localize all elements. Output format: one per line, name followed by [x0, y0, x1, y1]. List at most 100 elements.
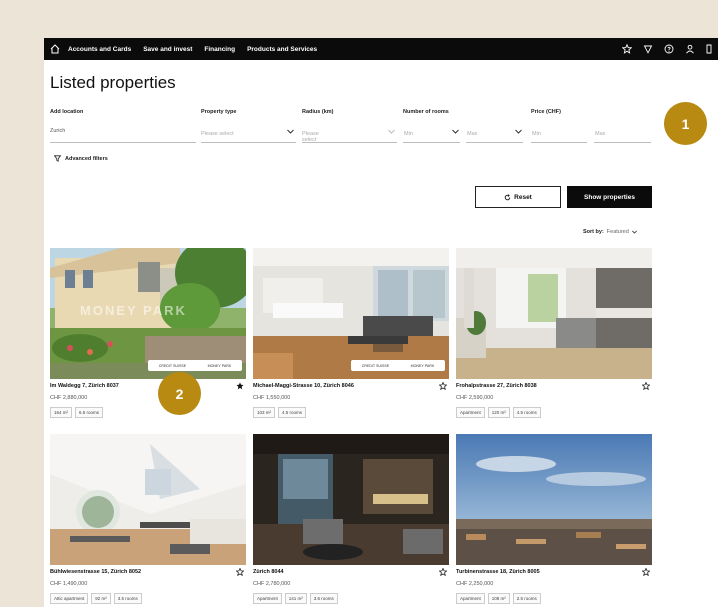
property-price: CHF 2,250,000 — [456, 581, 494, 587]
property-tag: Apartment — [456, 593, 485, 604]
money-park-watermark: MONEY PARK — [80, 303, 187, 318]
property-photo[interactable]: MONEY PARK CREDIT SUISSE MONEY PARK — [50, 248, 246, 379]
nav-products-services[interactable]: Products and Services — [247, 46, 317, 53]
logout-icon[interactable] — [706, 44, 716, 54]
chevron-down-icon — [388, 129, 395, 134]
favorite-star-icon[interactable] — [439, 568, 447, 576]
money-park-logo: MONEY PARK — [410, 363, 435, 368]
help-icon[interactable] — [664, 44, 674, 54]
rooms-filter[interactable]: Number of rooms Min Max — [403, 109, 523, 143]
property-tag: 141 m² — [284, 593, 307, 604]
browser-frame: Accounts and Cards Save and invest Finan… — [44, 38, 718, 607]
home-icon[interactable] — [50, 44, 60, 54]
nav-financing[interactable]: Financing — [204, 46, 235, 53]
nav-save-invest[interactable]: Save and invest — [143, 46, 192, 53]
partner-logo-strip: CREDIT SUISSE MONEY PARK — [148, 360, 242, 371]
favorite-star-icon[interactable] — [439, 382, 447, 390]
star-icon[interactable] — [622, 44, 632, 54]
price-filter[interactable]: Price (CHF) Min Max — [531, 109, 651, 143]
location-input[interactable]: Zurich — [50, 128, 65, 134]
property-tags: Apartment 141 m² 3.5 rooms — [253, 593, 338, 604]
property-type-filter[interactable]: Property type Please select — [201, 109, 296, 143]
chevron-down-icon — [515, 129, 522, 134]
favorite-star-icon[interactable] — [236, 568, 244, 576]
property-price: CHF 1,550,000 — [253, 395, 291, 401]
property-type-underline — [201, 142, 296, 143]
rooms-max-underline — [466, 142, 523, 143]
property-type-label: Property type — [201, 109, 237, 115]
property-type-select[interactable]: Please select — [201, 131, 234, 137]
user-icon[interactable] — [685, 44, 695, 54]
filter-icon — [54, 155, 61, 162]
location-label: Add location — [50, 109, 84, 115]
reset-button[interactable]: Reset — [475, 186, 561, 208]
location-filter[interactable]: Add location Zurich — [50, 109, 196, 143]
price-min-underline — [531, 142, 587, 143]
favorite-star-icon[interactable] — [642, 382, 650, 390]
property-tag: 4.5 rooms — [512, 407, 541, 418]
chevron-down-icon — [287, 129, 294, 134]
advanced-filters-link[interactable]: Advanced filters — [54, 155, 108, 162]
rooms-min-select[interactable]: Min — [404, 131, 413, 137]
show-properties-button[interactable]: Show properties — [567, 186, 652, 208]
property-tags: Apartment 108 m² 2.5 rooms — [456, 593, 541, 604]
favorite-star-icon[interactable] — [642, 568, 650, 576]
sort-by-value: Featured — [606, 229, 629, 235]
property-tag: 2.5 rooms — [512, 593, 541, 604]
rooms-label: Number of rooms — [403, 109, 449, 115]
price-max-input[interactable]: Max — [595, 131, 605, 137]
property-tag: 103 m² — [253, 407, 276, 418]
property-price: CHF 2,590,000 — [456, 395, 494, 401]
property-address: Frohalpstrasse 27, Zürich 8038 — [456, 383, 537, 389]
property-photo[interactable] — [456, 434, 652, 565]
rooms-max-select[interactable]: Max — [467, 131, 477, 137]
heart-icon[interactable] — [643, 44, 653, 54]
annotation-badge-1: 1 — [664, 102, 707, 145]
money-park-logo: MONEY PARK — [207, 363, 232, 368]
property-price: CHF 2,780,000 — [253, 581, 291, 587]
price-min-input[interactable]: Min — [532, 131, 541, 137]
rooms-min-underline — [403, 142, 460, 143]
property-tag: 108 m² — [487, 593, 510, 604]
property-tag: Apartment — [253, 593, 282, 604]
property-address: Michael-Maggi-Strasse 10, Zürich 8046 — [253, 383, 354, 389]
page-title: Listed properties — [50, 73, 176, 92]
top-navigation: Accounts and Cards Save and invest Finan… — [44, 38, 718, 60]
property-tag: 92 m² — [91, 593, 111, 604]
advanced-filters-label: Advanced filters — [65, 155, 108, 162]
property-photo[interactable]: CREDIT SUISSE MONEY PARK — [253, 248, 449, 379]
property-address: Bühlwiesenstrasse 15, Zürich 8052 — [50, 569, 142, 575]
property-tag: Attic apartment — [50, 593, 89, 604]
price-label: Price (CHF) — [531, 109, 561, 115]
property-photo[interactable] — [253, 434, 449, 565]
property-tags: Apartment 120 m² 4.5 rooms — [456, 407, 541, 418]
location-underline — [50, 142, 196, 143]
credit-suisse-logo: CREDIT SUISSE — [158, 363, 187, 368]
favorite-star-filled-icon[interactable] — [236, 382, 244, 390]
property-photo[interactable] — [50, 434, 246, 565]
property-address: Im Waldegg 7, Zürich 8037 — [50, 383, 119, 389]
nav-accounts-cards[interactable]: Accounts and Cards — [68, 46, 131, 53]
radius-filter[interactable]: Radius (km) Please select — [302, 109, 397, 143]
property-tag: Apartment — [456, 407, 485, 418]
property-photo[interactable] — [456, 248, 652, 379]
credit-suisse-logo: CREDIT SUISSE — [361, 363, 390, 368]
radius-underline — [302, 142, 397, 143]
reset-icon — [504, 193, 511, 200]
property-tags: Attic apartment 92 m² 3.5 rooms — [50, 593, 142, 604]
property-tags: 164 m² 6.5 rooms — [50, 407, 104, 418]
property-tag: 3.5 rooms — [113, 593, 142, 604]
annotation-badge-2: 2 — [158, 372, 201, 415]
sort-by-control[interactable]: Sort by: Featured — [583, 229, 637, 235]
property-price: CHF 2,880,000 — [50, 395, 88, 401]
property-address: Zürich 8044 — [253, 569, 284, 575]
nav-icon-group — [622, 44, 716, 54]
property-tag: 164 m² — [50, 407, 73, 418]
reset-label: Reset — [514, 193, 532, 201]
price-max-underline — [594, 142, 651, 143]
sort-by-label: Sort by: — [583, 229, 604, 235]
property-tag: 4.5 rooms — [278, 407, 307, 418]
chevron-down-icon — [452, 129, 459, 134]
property-price: CHF 1,490,000 — [50, 581, 88, 587]
partner-logo-strip: CREDIT SUISSE MONEY PARK — [351, 360, 445, 371]
